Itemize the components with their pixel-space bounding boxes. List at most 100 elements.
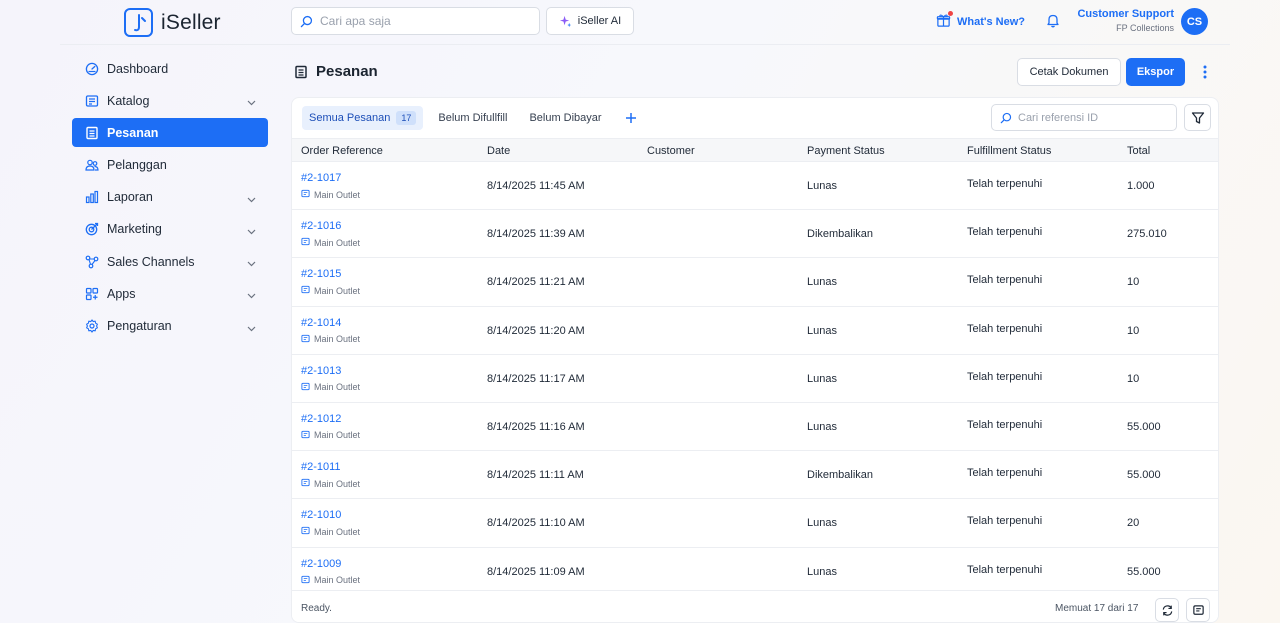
whats-new-link[interactable]: What's New? [936,11,1025,31]
chevron-down-icon[interactable] [247,224,256,238]
orders-card: Semua Pesanan 17 Belum Difullfill Belum … [291,97,1219,623]
chevron-down-icon[interactable] [247,321,256,335]
store-icon [301,285,310,296]
order-date: 8/14/2025 11:17 AM [487,372,585,385]
sidebar: Dashboard Katalog Pesanan Pelanggan Laporan M… [72,54,268,344]
bell-icon[interactable] [1046,13,1060,33]
sparkle-icon [559,15,571,27]
fulfillment-status: Telah terpenuhi [967,178,1043,190]
notes-button[interactable] [1186,598,1210,622]
outlet-name: Main Outlet [314,285,361,296]
table-row[interactable]: #2-1010 Main Outlet 8/14/2025 11:10 AM Luna… [292,499,1218,548]
column-header-total[interactable]: Total [1127,145,1150,157]
table-row[interactable]: #2-1013 Main Outlet 8/14/2025 11:17 AM Luna… [292,355,1218,403]
fulfillment-status: Telah terpenuhi [967,370,1043,383]
chevron-down-icon[interactable] [247,288,256,302]
order-reference-link[interactable]: #2-1011 [301,461,341,473]
tab-unfulfilled[interactable]: Belum Difullfill [431,106,514,130]
table-row[interactable]: #2-1017 Main Outlet 8/14/2025 11:45 AM Luna… [292,162,1218,211]
order-total: 55.000 [1127,420,1161,433]
order-total: 275.010 [1127,228,1167,241]
global-search[interactable] [291,7,540,35]
apps-icon [84,286,100,302]
global-search-input[interactable] [320,14,520,28]
table-row[interactable]: #2-1011 Main Outlet 8/14/2025 11:11 AM Dike… [292,451,1218,500]
chevron-down-icon[interactable] [247,95,256,109]
order-total: 20 [1127,517,1140,530]
chevron-down-icon[interactable] [247,192,256,206]
tab-unpaid[interactable]: Belum Dibayar [522,106,608,130]
add-tab-icon[interactable] [621,108,641,128]
order-total: 55.000 [1127,565,1161,578]
order-date: 8/14/2025 11:45 AM [487,180,585,192]
table-row[interactable]: #2-1016 Main Outlet 8/14/2025 11:39 AM Dike… [292,210,1218,259]
order-reference-link[interactable]: #2-1017 [301,172,341,184]
order-total: 10 [1127,276,1140,289]
order-date: 8/14/2025 11:39 AM [487,228,585,241]
sidebar-item-apps[interactable]: Apps [72,279,268,308]
column-header-order-reference[interactable]: Order Reference [301,145,383,157]
order-reference-link[interactable]: #2-1016 [301,220,341,232]
order-reference-link[interactable]: #2-1015 [301,268,341,280]
outlet-name: Main Outlet [314,430,361,441]
refresh-button[interactable] [1155,598,1179,622]
sidebar-item-marketing[interactable]: Marketing [72,215,268,244]
sidebar-item-pelanggan[interactable]: Pelanggan [72,151,268,180]
order-reference-link[interactable]: #2-1012 [301,413,341,425]
sidebar-item-label: Pelanggan [107,158,167,173]
payment-status: Lunas [807,517,837,530]
outlet-name: Main Outlet [314,237,361,248]
table-row[interactable]: #2-1015 Main Outlet 8/14/2025 11:21 AM Luna… [292,258,1218,307]
fulfillment-status: Telah terpenuhi [967,467,1043,480]
outlet-label: Main Outlet [301,189,360,200]
payment-status: Dikembalikan [807,228,874,241]
order-date: 8/14/2025 11:10 AM [487,517,585,530]
more-options-icon[interactable] [1196,63,1214,81]
reference-search-input[interactable] [1018,111,1168,124]
column-header-customer[interactable]: Customer [647,145,695,157]
store-icon [301,575,310,586]
sidebar-item-pengaturan[interactable]: Pengaturan [72,312,268,341]
table-row[interactable]: #2-1014 Main Outlet 8/14/2025 11:20 AM Luna… [292,307,1218,355]
chevron-down-icon[interactable] [247,256,256,270]
sidebar-item-katalog[interactable]: Katalog [72,86,268,115]
sidebar-item-laporan[interactable]: Laporan [72,183,268,212]
column-header-fulfillment-status[interactable]: Fulfillment Status [967,145,1051,157]
table-row[interactable]: #2-1012 Main Outlet 8/14/2025 11:16 AM Luna… [292,403,1218,452]
top-divider [60,44,1230,45]
sidebar-item-label: Pengaturan [107,319,172,333]
table-row[interactable]: #2-1009 Main Outlet 8/14/2025 11:09 AM Luna… [292,548,1218,596]
export-button[interactable]: Ekspor [1126,58,1185,86]
column-header-payment-status[interactable]: Payment Status [807,145,885,157]
iseller-ai-button[interactable]: iSeller AI [546,7,634,35]
payment-status: Lunas [807,324,837,337]
order-reference-link[interactable]: #2-1009 [301,558,341,570]
fulfillment-status: Telah terpenuhi [967,515,1043,528]
order-reference-link[interactable]: #2-1013 [301,365,341,377]
column-header-date[interactable]: Date [487,145,510,157]
customers-icon [84,157,100,173]
order-reference-link[interactable]: #2-1014 [301,317,341,329]
order-reference-link[interactable]: #2-1010 [301,509,341,521]
outlet-name: Main Outlet [314,575,361,585]
user-info[interactable]: Customer Support FP Collections [1074,8,1174,33]
reference-search[interactable] [991,104,1177,131]
sidebar-item-label: Sales Channels [107,254,195,269]
fulfillment-status: Telah terpenuhi [967,322,1043,335]
order-total: 10 [1127,324,1140,337]
filter-button[interactable] [1184,104,1211,131]
sidebar-item-dashboard[interactable]: Dashboard [72,54,268,83]
fulfillment-status: Telah terpenuhi [967,418,1043,431]
sidebar-item-label: Pesanan [107,125,159,140]
tab-all-orders[interactable]: Semua Pesanan 17 [302,106,424,130]
orders-icon [84,125,100,141]
print-documents-button[interactable]: Cetak Dokumen [1017,58,1121,86]
order-date: 8/14/2025 11:09 AM [487,565,585,578]
page-title-text: Pesanan [316,63,378,80]
avatar[interactable]: CS [1181,8,1208,35]
sidebar-item-label: Katalog [107,93,150,108]
app-logo[interactable]: iSeller [124,8,221,37]
outlet-label: Main Outlet [301,478,360,489]
sidebar-item-sales-channels[interactable]: Sales Channels [72,247,268,276]
sidebar-item-pesanan[interactable]: Pesanan [72,118,268,148]
